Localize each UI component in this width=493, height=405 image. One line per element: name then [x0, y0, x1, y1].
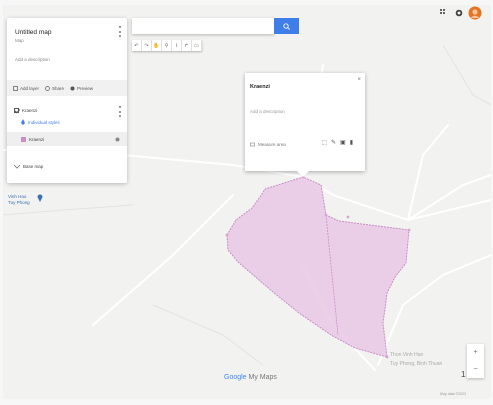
minor-road: [442, 44, 491, 106]
search-input[interactable]: [132, 18, 274, 34]
undo-icon[interactable]: ↶: [132, 40, 142, 51]
minor-road: [3, 204, 134, 216]
screen: Untitled map Map Add a description Add l…: [0, 0, 493, 405]
map-info-section: Untitled map Map Add a description: [7, 18, 127, 80]
chevron-down-icon: [14, 164, 20, 169]
ruler-icon[interactable]: ▭: [192, 40, 202, 51]
road: [92, 194, 234, 326]
map-title[interactable]: Untitled map: [15, 29, 52, 36]
map-panel: Untitled map Map Add a description Add l…: [7, 18, 127, 183]
pin-label-line-1: Vinh Hao: [8, 194, 27, 199]
road: [407, 174, 491, 221]
feature-style-icon[interactable]: [115, 137, 120, 142]
zoom-control: + −: [467, 344, 484, 378]
minor-road: [152, 304, 264, 366]
popup-title: Kraenzi: [250, 84, 270, 90]
area-polygon: [226, 176, 410, 358]
redo-icon[interactable]: ↷: [142, 40, 152, 51]
photo-icon[interactable]: ▣: [340, 139, 346, 146]
map-pin-icon[interactable]: [37, 194, 43, 202]
place-line-2: Tuy Phong, Binh Thuan: [390, 361, 443, 367]
feature-name: Kraenzi: [29, 136, 45, 142]
add-layer-button[interactable]: Add layer: [13, 86, 39, 91]
logo-my-maps: My Maps: [248, 374, 277, 381]
style-paint-icon[interactable]: ⬚: [321, 139, 327, 146]
layer-style-link[interactable]: Individual styles: [7, 116, 127, 128]
road: [407, 124, 449, 221]
grid-icon: [440, 9, 445, 14]
add-layer-label: Add layer: [20, 85, 40, 91]
place-label: Thon Vinh Hao Tuy Phong, Binh Thuan: [390, 351, 442, 369]
map-toolbar: ↶ ↷ ✋ ⚲ ⌇ ↱ ▭: [132, 40, 202, 51]
popup-description[interactable]: Add a description: [250, 109, 285, 114]
apps-icon[interactable]: [440, 9, 447, 16]
marker-icon[interactable]: ⚲: [162, 40, 172, 51]
avatar-icon: [468, 6, 482, 20]
road: [302, 176, 491, 222]
vertex-marker: [407, 228, 411, 232]
feature-info-popup: Kraenzi × Add a description Measure area…: [245, 73, 365, 171]
layer-name[interactable]: Kraenzi: [22, 108, 37, 113]
feature-row[interactable]: Kraenzi: [7, 132, 127, 146]
google-my-maps-logo: Google My Maps: [224, 374, 277, 381]
pin-label-line-2: Tuy Phong: [8, 200, 30, 205]
scale-indicator: 1: [461, 370, 466, 379]
popup-tools: ⬚ ✎ ▣ ▮: [321, 139, 353, 146]
map-options-icon[interactable]: [119, 26, 122, 37]
avatar[interactable]: [468, 6, 482, 20]
bell-icon: [455, 9, 463, 17]
vertex-marker: [385, 355, 389, 359]
vertex-marker: [346, 215, 350, 219]
draw-line-icon[interactable]: ⌇: [172, 40, 182, 51]
layer-checkbox[interactable]: [14, 107, 19, 113]
search-icon: [283, 22, 290, 30]
style-icon: [21, 119, 25, 125]
zoom-out-button[interactable]: −: [473, 366, 477, 373]
share-button[interactable]: Share: [45, 86, 64, 91]
place-line-1: Thon Vinh Hao: [390, 352, 424, 358]
map-attribution[interactable]: Map data ©2023: [440, 392, 466, 396]
logo-google: Google: [224, 374, 247, 381]
vertex-marker: [225, 233, 229, 237]
map-description[interactable]: Add a description: [15, 57, 50, 62]
share-icon: [45, 85, 50, 91]
close-icon[interactable]: ×: [357, 77, 361, 83]
layer-header[interactable]: Kraenzi: [7, 104, 127, 116]
map-subtitle: Map: [15, 38, 24, 43]
add-layer-icon: [13, 85, 18, 91]
ruler-icon: [250, 142, 255, 147]
share-label: Share: [52, 85, 65, 91]
delete-icon[interactable]: ▮: [350, 139, 353, 146]
pin-label[interactable]: Vinh Hao Tuy Phong: [8, 194, 30, 206]
edit-pencil-icon[interactable]: ✎: [331, 139, 336, 146]
popup-measure-label: Measure area: [258, 142, 286, 147]
popup-footer: Measure area: [250, 142, 286, 147]
notifications-icon[interactable]: [455, 9, 463, 17]
zoom-in-button[interactable]: +: [473, 349, 477, 356]
base-map-row[interactable]: Base map: [7, 160, 127, 172]
popup-pointer: [297, 171, 309, 177]
vertex-marker: [324, 213, 328, 217]
base-map-label: Base map: [23, 163, 44, 169]
preview-label: Preview: [77, 85, 94, 91]
directions-icon[interactable]: ↱: [182, 40, 192, 51]
layer-style-label: Individual styles: [28, 119, 60, 125]
polygon-icon: [21, 136, 26, 142]
preview-icon: [70, 86, 75, 90]
search-button[interactable]: [274, 18, 299, 34]
preview-button[interactable]: Preview: [70, 86, 93, 91]
hand-icon[interactable]: ✋: [152, 40, 162, 51]
panel-actions: Add layer Share Preview: [7, 80, 127, 96]
